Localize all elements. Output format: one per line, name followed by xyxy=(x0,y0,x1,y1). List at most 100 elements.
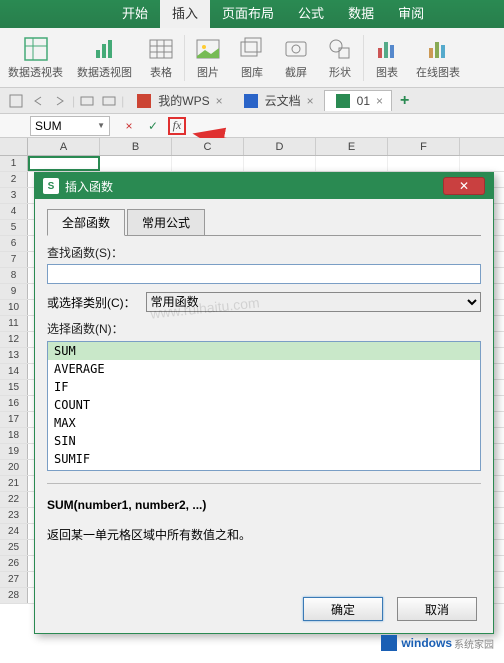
ribbon-label: 图库 xyxy=(241,64,263,80)
col-header[interactable]: F xyxy=(388,138,460,155)
separator xyxy=(184,35,185,81)
chevron-down-icon[interactable]: ▼ xyxy=(97,121,105,130)
row-header[interactable]: 12 xyxy=(0,332,28,347)
col-header[interactable]: C xyxy=(172,138,244,155)
close-icon[interactable]: × xyxy=(216,94,223,108)
row-header[interactable]: 1 xyxy=(0,156,28,171)
row-header[interactable]: 23 xyxy=(0,508,28,523)
cell[interactable] xyxy=(316,156,388,171)
close-icon[interactable]: × xyxy=(307,94,314,108)
dialog-tab-common[interactable]: 常用公式 xyxy=(127,209,205,236)
function-item[interactable]: IF xyxy=(48,378,480,396)
dialog-titlebar[interactable]: S 插入函数 ✕ xyxy=(35,173,493,199)
function-item[interactable]: MAX xyxy=(48,414,480,432)
ribbon-shapes[interactable]: 形状 xyxy=(319,34,361,82)
qat-icon[interactable] xyxy=(102,94,116,108)
row-header[interactable]: 14 xyxy=(0,364,28,379)
menu-tab-pagelayout[interactable]: 页面布局 xyxy=(210,0,286,28)
cell[interactable] xyxy=(100,156,172,171)
cell[interactable] xyxy=(244,156,316,171)
cell[interactable] xyxy=(172,156,244,171)
ribbon-chart[interactable]: 图表 xyxy=(366,34,408,82)
row-header[interactable]: 18 xyxy=(0,428,28,443)
row-header[interactable]: 25 xyxy=(0,540,28,555)
ribbon-pivottable[interactable]: 数据透视表 xyxy=(2,34,69,82)
insert-function-button[interactable]: fx xyxy=(168,117,186,135)
ribbon-picture[interactable]: 图片 xyxy=(187,34,229,82)
menu-tab-insert[interactable]: 插入 xyxy=(160,0,210,28)
separator xyxy=(363,35,364,81)
row-header[interactable]: 8 xyxy=(0,268,28,283)
pivottable-icon xyxy=(23,36,49,62)
ribbon-label: 在线图表 xyxy=(416,64,460,80)
row-header[interactable]: 2 xyxy=(0,172,28,187)
name-box-value: SUM xyxy=(35,119,62,133)
row-header[interactable]: 22 xyxy=(0,492,28,507)
cancel-button[interactable]: 取消 xyxy=(397,597,477,621)
save-icon[interactable] xyxy=(9,94,23,108)
menu-tab-review[interactable]: 审阅 xyxy=(386,0,436,28)
doc-tab-01[interactable]: 01 × xyxy=(324,90,392,111)
confirm-formula-button[interactable]: ✓ xyxy=(144,117,162,135)
row-header[interactable]: 26 xyxy=(0,556,28,571)
dialog-close-button[interactable]: ✕ xyxy=(443,177,485,195)
function-item[interactable]: SUMIF xyxy=(48,450,480,468)
row-header[interactable]: 21 xyxy=(0,476,28,491)
col-header[interactable]: B xyxy=(100,138,172,155)
select-all-corner[interactable] xyxy=(0,138,28,155)
cancel-formula-button[interactable]: × xyxy=(120,117,138,135)
function-item[interactable]: SUM xyxy=(48,342,480,360)
col-header[interactable]: A xyxy=(28,138,100,155)
row-header[interactable]: 27 xyxy=(0,572,28,587)
menu-tab-data[interactable]: 数据 xyxy=(336,0,386,28)
ribbon-table[interactable]: 表格 xyxy=(140,34,182,82)
col-header[interactable]: E xyxy=(316,138,388,155)
row-header[interactable]: 20 xyxy=(0,460,28,475)
search-input[interactable] xyxy=(47,264,481,284)
close-icon[interactable]: × xyxy=(376,94,383,108)
cell[interactable] xyxy=(28,156,100,171)
dialog-tab-all[interactable]: 全部函数 xyxy=(47,209,125,236)
row-header[interactable]: 10 xyxy=(0,300,28,315)
row-header[interactable]: 11 xyxy=(0,316,28,331)
cell[interactable] xyxy=(388,156,460,171)
new-tab-button[interactable]: + xyxy=(394,92,415,110)
row-header[interactable]: 19 xyxy=(0,444,28,459)
ok-button[interactable]: 确定 xyxy=(303,597,383,621)
row-header[interactable]: 4 xyxy=(0,204,28,219)
ribbon-screenshot[interactable]: 截屏 xyxy=(275,34,317,82)
function-item[interactable]: COUNT xyxy=(48,396,480,414)
row-header[interactable]: 28 xyxy=(0,588,28,603)
ribbon-label: 图片 xyxy=(197,64,219,80)
ribbon-gallery[interactable]: 图库 xyxy=(231,34,273,82)
row-header[interactable]: 5 xyxy=(0,220,28,235)
redo-icon[interactable] xyxy=(53,94,67,108)
row-header[interactable]: 9 xyxy=(0,284,28,299)
dialog-tabs: 全部函数 常用公式 xyxy=(47,209,481,236)
category-select[interactable]: 常用函数 xyxy=(146,292,481,312)
doc-tab-cloud[interactable]: 云文档 × xyxy=(233,89,322,112)
function-item[interactable]: AVERAGE xyxy=(48,360,480,378)
undo-icon[interactable] xyxy=(31,94,45,108)
row-header[interactable]: 16 xyxy=(0,396,28,411)
row-header[interactable]: 17 xyxy=(0,412,28,427)
name-box[interactable]: SUM ▼ xyxy=(30,116,110,136)
row-header[interactable]: 15 xyxy=(0,380,28,395)
row-header[interactable]: 6 xyxy=(0,236,28,251)
ribbon-label: 数据透视表 xyxy=(8,64,63,80)
row-header[interactable]: 24 xyxy=(0,524,28,539)
row-header[interactable]: 7 xyxy=(0,252,28,267)
row-header[interactable]: 13 xyxy=(0,348,28,363)
doc-tab-mywps[interactable]: 我的WPS × xyxy=(126,89,230,112)
gallery-icon xyxy=(239,36,265,62)
row-header[interactable]: 3 xyxy=(0,188,28,203)
ribbon-pivotchart[interactable]: 数据透视图 xyxy=(71,34,138,82)
qat-icon[interactable] xyxy=(80,94,94,108)
ribbon-onlinechart[interactable]: 在线图表 xyxy=(410,34,466,82)
ribbon-label: 截屏 xyxy=(285,64,307,80)
function-list[interactable]: SUMAVERAGEIFCOUNTMAXSINSUMIF xyxy=(47,341,481,471)
menu-tab-formula[interactable]: 公式 xyxy=(286,0,336,28)
col-header[interactable]: D xyxy=(244,138,316,155)
menu-tab-start[interactable]: 开始 xyxy=(110,0,160,28)
function-item[interactable]: SIN xyxy=(48,432,480,450)
